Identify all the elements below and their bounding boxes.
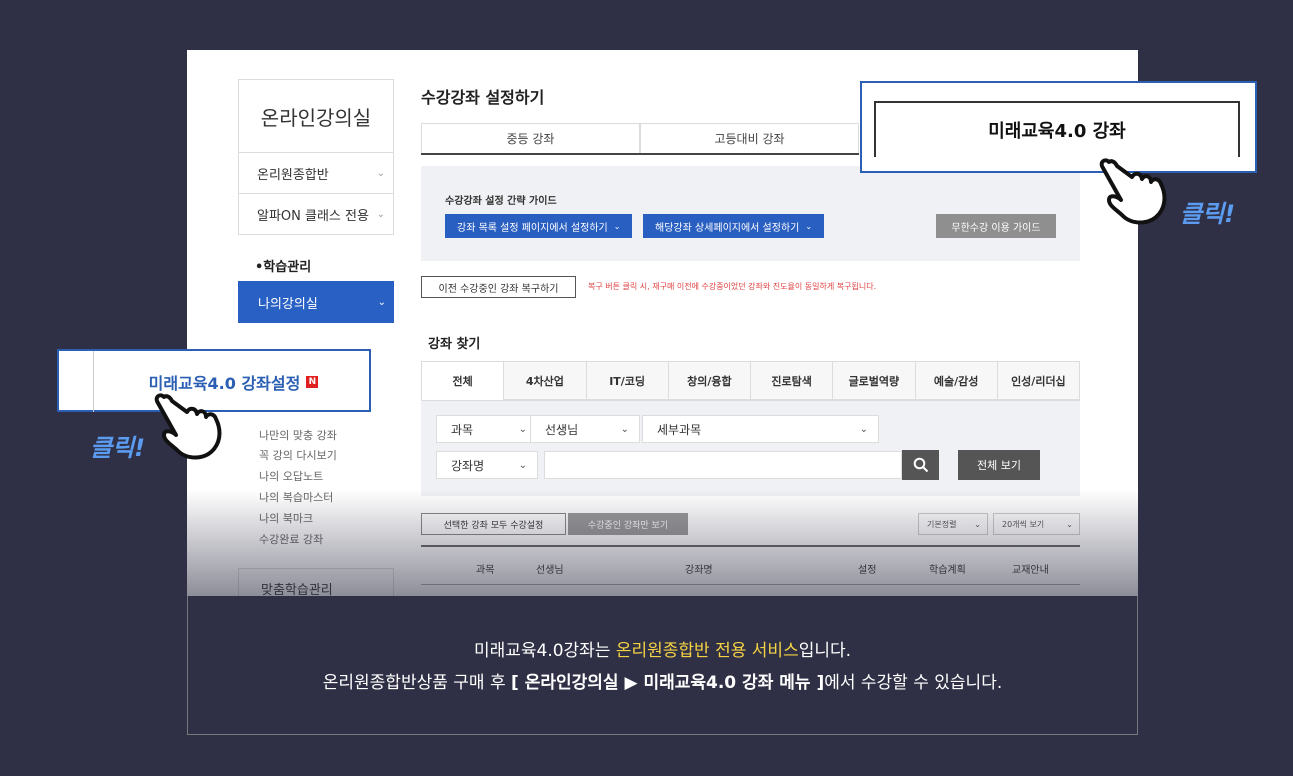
page-title: 수강강좌 설정하기 [421, 88, 545, 107]
chevron-down-icon: ⌄ [613, 221, 621, 231]
restore-note: 복구 버튼 클릭 시, 재구매 이전에 수강중이었던 강좌와 진도율이 동일하게… [588, 282, 877, 291]
sidebar-item-alpha-on[interactable]: 알파ON 클래스 전용 ⌄ [238, 194, 394, 235]
tab-art[interactable]: 예술/감성 [915, 361, 998, 400]
teacher-select[interactable]: 선생님 ⌄ [530, 415, 640, 443]
caption-highlight: 온리원종합반 전용 서비스 [615, 641, 799, 661]
sidebar-sub-item[interactable]: 나의 복습마스터 [259, 489, 333, 505]
category-tabs: 전체 4차산업 IT/코딩 창의/융합 진로탐색 글로벌역량 예술/감성 인성/… [421, 361, 1080, 401]
caption-bold: [ 온라인강의실 ▶ 미래교육4.0 강좌 메뉴 ] [511, 673, 825, 693]
caption-line-1: 미래교육4.0강좌는 온리원종합반 전용 서비스입니다. [188, 636, 1137, 661]
chevron-down-icon: ⌄ [805, 221, 813, 231]
pointing-hand-icon [154, 393, 222, 460]
pointing-hand-icon [1099, 158, 1167, 225]
chevron-down-icon: ⌄ [859, 423, 868, 435]
future-education-setting-menu[interactable]: 미래교육4.0 강좌설정 N [93, 351, 373, 412]
current-only-button[interactable]: 수강중인 강좌만 보기 [568, 513, 688, 535]
caption-text: 미래교육4.0강좌는 [473, 641, 616, 661]
sidebar-item-custom-learning[interactable]: 맞춤학습관리 [238, 568, 394, 596]
sidebar-item-label: 알파ON 클래스 전용 [257, 208, 369, 224]
tab-career[interactable]: 진로탐색 [751, 361, 834, 400]
select-value: 과목 [451, 422, 474, 437]
course-name-select[interactable]: 강좌명 ⌄ [436, 451, 538, 479]
caption-box: 미래교육4.0강좌는 온리원종합반 전용 서비스입니다. 온리원종합반상품 구매… [187, 596, 1138, 735]
search-icon [913, 457, 928, 473]
tab-middle-school[interactable]: 중등 강좌 [421, 123, 640, 153]
new-badge: N [306, 375, 319, 388]
subject-select[interactable]: 과목 ⌄ [436, 415, 538, 443]
guide-list-setting-button[interactable]: 강좌 목록 설정 페이지에서 설정하기 ⌄ [445, 214, 633, 238]
guide-box: 수강강좌 설정 간략 가이드 강좌 목록 설정 페이지에서 설정하기 ⌄ 해당강… [421, 166, 1080, 261]
column-header: 교재안내 [1012, 565, 1049, 576]
sidebar-item-label: 나의강의실 [258, 296, 318, 312]
restore-button[interactable]: 이전 수강중인 강좌 복구하기 [421, 276, 576, 298]
select-value: 강좌명 [451, 458, 485, 473]
search-input[interactable] [544, 451, 902, 479]
chevron-down-icon: ⌄ [376, 167, 385, 179]
course-find-title: 강좌 찾기 [428, 337, 481, 352]
tab-leadership[interactable]: 인성/리더십 [997, 361, 1080, 400]
caption-text: 에서 수강할 수 있습니다. [824, 673, 1003, 693]
tab-it-coding[interactable]: IT/코딩 [586, 361, 669, 400]
column-header: 학습계획 [929, 565, 966, 576]
caption-line-2: 온리원종합반상품 구매 후 [ 온라인강의실 ▶ 미래교육4.0 강좌 메뉴 ]… [188, 668, 1137, 693]
sidebar-item-onlyone[interactable]: 온리원종합반 ⌄ [238, 153, 394, 194]
tab-creative[interactable]: 창의/융합 [668, 361, 751, 400]
select-value: 기본정렬 [927, 519, 957, 529]
chevron-down-icon: ⌄ [518, 423, 527, 435]
chevron-down-icon: ⌄ [974, 519, 981, 529]
sidebar-section-head: •학습관리 [255, 260, 312, 275]
caption-text: 입니다. [798, 641, 852, 661]
callout-future-course-tab: 미래교육4.0 강좌 [860, 81, 1257, 173]
select-value: 선생님 [545, 422, 579, 437]
tab-high-school-prep[interactable]: 고등대비 강좌 [640, 123, 859, 153]
sidebar-item-label: 온리원종합반 [257, 167, 329, 183]
view-all-button[interactable]: 전체 보기 [958, 450, 1040, 480]
tab-bar: 중등 강좌 고등대비 강좌 [421, 123, 859, 155]
tab-4th-industry[interactable]: 4차산업 [504, 361, 587, 400]
sidebar-item-label: 맞춤학습관리 [261, 583, 333, 596]
tab-all[interactable]: 전체 [421, 361, 505, 400]
guide-detail-setting-button[interactable]: 해당강좌 상세페이지에서 설정하기 ⌄ [643, 214, 825, 238]
select-all-setting-button[interactable]: 선택한 강좌 모두 수강설정 [421, 513, 566, 535]
chevron-down-icon: ⌄ [377, 296, 386, 308]
tab-future-education[interactable]: 미래교육4.0 강좌 [874, 101, 1240, 157]
chevron-down-icon: ⌄ [1066, 519, 1073, 529]
unlimited-guide-button[interactable]: 무한수강 이용 가이드 [936, 214, 1056, 238]
sidebar-sub-item[interactable]: 꼭 강의 다시보기 [259, 447, 337, 463]
table-header: 과목 선생님 강좌명 설정 학습계획 교재안내 [421, 545, 1080, 585]
column-header: 설정 [858, 565, 877, 576]
click-label: 클릭! [1180, 200, 1236, 228]
sidebar-sub-item[interactable]: 수강완료 강좌 [259, 531, 323, 547]
button-label: 강좌 목록 설정 페이지에서 설정하기 [457, 222, 608, 234]
guide-title: 수강강좌 설정 간략 가이드 [445, 196, 557, 207]
click-label: 클릭! [90, 434, 146, 462]
sidebar-sub-item[interactable]: 나의 북마크 [259, 510, 313, 526]
search-box: 과목 ⌄ 선생님 ⌄ 세부과목 ⌄ 강좌명 ⌄ 전체 보기 [421, 401, 1080, 496]
button-label: 해당강좌 상세페이지에서 설정하기 [655, 222, 800, 234]
chevron-down-icon: ⌄ [376, 208, 385, 220]
sidebar-sub-item[interactable]: 나만의 맞충 강좌 [259, 427, 337, 443]
sort-select[interactable]: 기본정렬 ⌄ [918, 513, 988, 535]
detail-subject-select[interactable]: 세부과목 ⌄ [642, 415, 879, 443]
per-page-select[interactable]: 20개씩 보기 ⌄ [993, 513, 1080, 535]
sidebar-title: 온라인강의실 [238, 79, 394, 153]
chevron-down-icon: ⌄ [518, 459, 527, 471]
column-header: 강좌명 [685, 565, 713, 576]
select-value: 20개씩 보기 [1002, 519, 1045, 529]
tab-global[interactable]: 글로벌역량 [833, 361, 916, 400]
select-value: 세부과목 [657, 422, 702, 437]
column-header: 선생님 [536, 565, 564, 576]
search-button[interactable] [902, 450, 939, 480]
sidebar-sub-item[interactable]: 나의 오답노트 [259, 468, 323, 484]
sidebar-item-my-classroom[interactable]: 나의강의실 ⌄ [238, 281, 394, 323]
chevron-down-icon: ⌄ [620, 423, 629, 435]
caption-text: 온리원종합반상품 구매 후 [322, 673, 512, 693]
column-header: 과목 [476, 565, 495, 576]
